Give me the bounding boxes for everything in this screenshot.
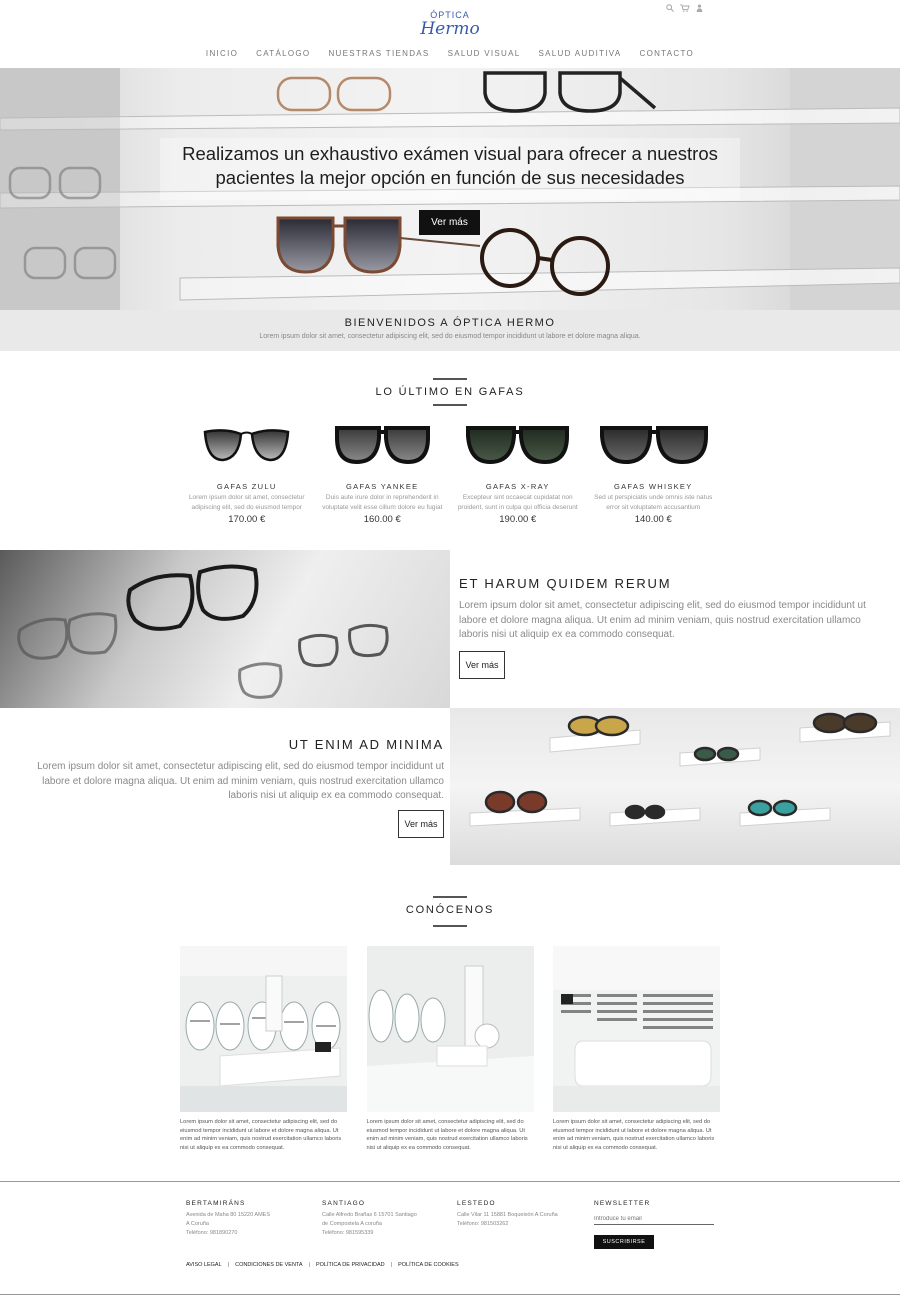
store-text: Lorem ipsum dolor sit amet, consectetur …: [366, 1119, 528, 1151]
legal-links: AVISO LEGAL | CONDICIONES DE VENTA | POL…: [186, 1262, 459, 1268]
product-desc: Excepteur sint occaecat cupidatat non pr…: [457, 494, 578, 511]
legal-link-condiciones-venta[interactable]: CONDICIONES DE VENTA: [235, 1262, 302, 1268]
store-list: Lorem ipsum dolor sit amet, consectetur …: [180, 946, 720, 1152]
nav-item-catalogo[interactable]: CATÁLOGO: [256, 49, 310, 58]
feature1-image: [0, 550, 450, 708]
footer-line: Teléfono: 981595339: [322, 1230, 374, 1236]
section-rule: [433, 404, 467, 406]
section-rule: [433, 896, 467, 898]
newsletter-subscribe-button[interactable]: SUSCRIBIRSE: [594, 1235, 654, 1249]
utility-icons: [666, 4, 703, 12]
user-icon[interactable]: [696, 4, 703, 12]
footer-col-bertamirans: BERTAMIRÁNS Avenida de Maha 80 15220 AME…: [186, 1200, 270, 1238]
newsletter-email-input[interactable]: [594, 1214, 714, 1225]
footer-newsletter: NEWSLETTER SUSCRIBIRSE: [594, 1200, 714, 1249]
store-card: Lorem ipsum dolor sit amet, consectetur …: [366, 946, 534, 1152]
feature1-body: Lorem ipsum dolor sit amet, consectetur …: [459, 600, 866, 640]
product-card[interactable]: GAFAS WHISKEY Sed ut perspiciatis unde o…: [586, 418, 722, 528]
section-rule: [433, 925, 467, 927]
product-price: 170.00 €: [228, 514, 266, 525]
site-header: ÓPTICA Hermo INICIO CATÁLOGO NUESTRAS TI…: [0, 0, 900, 68]
product-price: 160.00 €: [363, 514, 401, 525]
section-rule: [433, 378, 467, 380]
search-icon[interactable]: [666, 4, 674, 12]
footer-col-title: LESTEDO: [457, 1200, 496, 1207]
footer-col-title: SANTIAGO: [322, 1200, 366, 1207]
legal-link-politica-cookies[interactable]: POLÍTICA DE COOKIES: [398, 1262, 459, 1268]
footer-address: Calle Alfredo Brañas 6 15701 Santiago de…: [322, 1211, 417, 1238]
store-photo-1: [180, 946, 347, 1112]
hero-headline: Realizamos un exhaustivo exámen visual p…: [0, 142, 900, 190]
product-card[interactable]: GAFAS X-RAY Excepteur sint occaecat cupi…: [450, 418, 586, 528]
nav-item-inicio[interactable]: INICIO: [206, 49, 238, 58]
store-text: Lorem ipsum dolor sit amet, consectetur …: [180, 1119, 342, 1151]
product-name: GAFAS WHISKEY: [613, 482, 693, 491]
hero-ver-mas-button[interactable]: Ver más: [419, 210, 480, 235]
product-card[interactable]: GAFAS YANKEE Duis aute irure dolor in re…: [315, 418, 451, 528]
feature1-text: ET HARUM QUIDEM RERUM Lorem ipsum dolor …: [459, 576, 879, 679]
legal-separator: |: [308, 1262, 310, 1268]
latest-title: LO ÚLTIMO EN GAFAS: [375, 386, 525, 398]
product-desc: Lorem ipsum dolor sit amet, consectetur …: [188, 494, 305, 511]
legal-link-aviso-legal[interactable]: AVISO LEGAL: [186, 1262, 222, 1268]
store-card: Lorem ipsum dolor sit amet, consectetur …: [553, 946, 720, 1152]
legal-separator: |: [227, 1262, 230, 1268]
product-name: GAFAS ZULU: [216, 482, 277, 491]
site-footer: BERTAMIRÁNS Avenida de Maha 80 15220 AME…: [0, 1181, 900, 1295]
feature1-ver-mas-button[interactable]: Ver más: [459, 650, 505, 679]
product-image-whiskey[interactable]: [586, 418, 722, 476]
hero-headline-line1: Realizamos un exhaustivo exámen visual p…: [182, 143, 718, 164]
product-image-yankee[interactable]: [315, 418, 451, 476]
newsletter-title: NEWSLETTER: [594, 1200, 651, 1207]
feature2-title: UT ENIM AD MINIMA: [288, 737, 444, 752]
store-text: Lorem ipsum dolor sit amet, consectetur …: [553, 1119, 715, 1151]
nav-item-salud-auditiva[interactable]: SALUD AUDITIVA: [539, 49, 622, 58]
nav-item-contacto[interactable]: CONTACTO: [640, 49, 695, 58]
footer-line: de Compostela A coruña: [322, 1221, 382, 1227]
product-desc: Duis aute irure dolor in reprehenderit i…: [322, 494, 443, 511]
footer-col-title: BERTAMIRÁNS: [186, 1200, 246, 1207]
product-image-zulu[interactable]: [179, 418, 315, 476]
welcome-text: Lorem ipsum dolor sit amet, consectetur …: [259, 333, 641, 340]
product-card[interactable]: GAFAS ZULU Lorem ipsum dolor sit amet, c…: [179, 418, 315, 528]
about-title: CONÓCENOS: [405, 904, 495, 916]
store-photo-3: [553, 946, 720, 1112]
logo[interactable]: ÓPTICA Hermo: [420, 10, 480, 44]
hero-headline-line2: pacientes la mejor opción en función de …: [215, 167, 685, 188]
footer-line: Teléfono: 981890270: [186, 1230, 238, 1236]
footer-col-lestedo: LESTEDO Calle Vilar 11 15881 Boqueixón A…: [457, 1200, 558, 1229]
product-name: GAFAS YANKEE: [346, 482, 419, 491]
product-price: 140.00 €: [634, 514, 672, 525]
product-image-x-ray[interactable]: [450, 418, 586, 476]
footer-col-santiago: SANTIAGO Calle Alfredo Brañas 6 15701 Sa…: [322, 1200, 417, 1238]
footer-line: Teléfono: 981503262: [457, 1221, 509, 1227]
footer-line: Calle Alfredo Brañas 6 15701 Santiago: [322, 1212, 417, 1218]
product-list: GAFAS ZULU Lorem ipsum dolor sit amet, c…: [179, 418, 721, 528]
store-card: Lorem ipsum dolor sit amet, consectetur …: [180, 946, 347, 1152]
footer-line: Calle Vilar 11 15881 Boqueixón A Coruña: [457, 1212, 558, 1218]
feature2-body: Lorem ipsum dolor sit amet, consectetur …: [37, 761, 444, 801]
main-nav: INICIO CATÁLOGO NUESTRAS TIENDAS SALUD V…: [0, 49, 900, 58]
hero-banner: Realizamos un exhaustivo exámen visual p…: [0, 68, 900, 310]
store-photo-2: [366, 946, 534, 1112]
feature2-image: [450, 708, 900, 865]
logo-bottom-text: Hermo: [420, 19, 480, 39]
legal-link-politica-privacidad[interactable]: POLÍTICA DE PRIVACIDAD: [316, 1262, 385, 1268]
feature2-ver-mas-button[interactable]: Ver más: [398, 809, 444, 838]
nav-item-salud-visual[interactable]: SALUD VISUAL: [448, 49, 521, 58]
product-name: GAFAS X-RAY: [485, 482, 550, 491]
feature1-title: ET HARUM QUIDEM RERUM: [459, 576, 672, 591]
product-desc: Sed ut perspiciatis unde omnis iste natu…: [594, 494, 713, 511]
welcome-title: BIENVENIDOS A ÓPTICA HERMO: [344, 317, 556, 329]
nav-item-nuestras-tiendas[interactable]: NUESTRAS TIENDAS: [328, 49, 429, 58]
welcome-band: BIENVENIDOS A ÓPTICA HERMO Lorem ipsum d…: [0, 310, 900, 351]
feature2-text: UT ENIM AD MINIMA Lorem ipsum dolor sit …: [28, 737, 444, 838]
footer-address: Calle Vilar 11 15881 Boqueixón A Coruña …: [457, 1211, 558, 1229]
cart-icon[interactable]: [680, 4, 690, 12]
product-price: 190.00 €: [499, 514, 537, 525]
footer-line: A Coruña: [186, 1221, 209, 1227]
legal-separator: |: [390, 1262, 393, 1268]
footer-address: Avenida de Maha 80 15220 AMES A Coruña T…: [186, 1211, 270, 1238]
footer-line: Avenida de Maha 80 15220 AMES: [186, 1212, 270, 1218]
